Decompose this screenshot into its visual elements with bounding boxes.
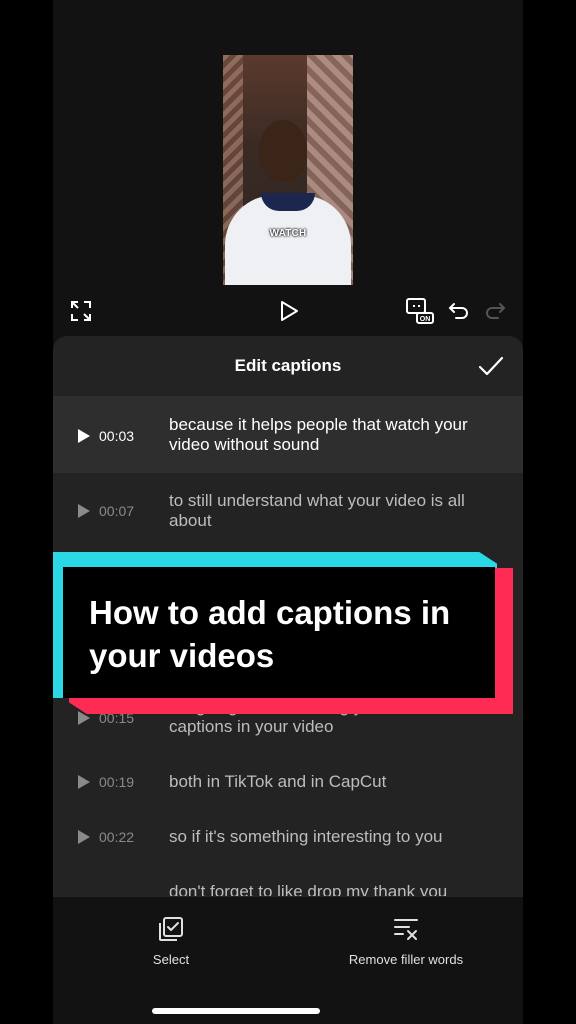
- caption-time: 00:22: [99, 829, 135, 845]
- play-button[interactable]: [275, 297, 303, 325]
- home-indicator[interactable]: [152, 1008, 320, 1014]
- select-button[interactable]: Select: [131, 915, 211, 967]
- preview-caption-text: WATCH: [269, 228, 307, 239]
- undo-icon: [448, 303, 468, 319]
- caption-row[interactable]: 00:07 to still understand what your vide…: [53, 473, 523, 549]
- play-icon[interactable]: [77, 503, 91, 519]
- remove-filler-icon: [394, 919, 418, 940]
- select-label: Select: [152, 952, 190, 967]
- caption-toggle-button[interactable]: ON: [405, 297, 435, 325]
- redo-icon: [486, 303, 506, 319]
- select-checkbox-icon: [159, 917, 183, 941]
- svg-text:ON: ON: [420, 316, 431, 323]
- fullscreen-icon: [71, 301, 91, 321]
- tutorial-title-banner: How to add captions in your videos: [53, 552, 513, 714]
- caption-row[interactable]: 00:19 both in TikTok and in CapCut: [53, 756, 523, 810]
- play-icon[interactable]: [77, 428, 91, 444]
- undo-button[interactable]: [447, 297, 471, 325]
- play-icon[interactable]: [77, 774, 91, 790]
- redo-button[interactable]: [483, 297, 507, 325]
- preview-person-head: [259, 120, 307, 182]
- caption-text[interactable]: both in TikTok and in CapCut: [169, 772, 499, 792]
- caption-on-icon: ON: [406, 298, 434, 324]
- play-icon: [281, 301, 298, 321]
- confirm-button[interactable]: [477, 352, 505, 380]
- caption-row[interactable]: 00:03 because it helps people that watch…: [53, 397, 523, 473]
- caption-time: 00:07: [99, 503, 135, 519]
- caption-time: 00:03: [99, 428, 135, 444]
- banner-title: How to add captions in your videos: [89, 594, 451, 674]
- fullscreen-button[interactable]: [69, 297, 93, 325]
- remove-filler-words-button[interactable]: Remove filler words: [335, 915, 477, 967]
- play-icon[interactable]: [77, 829, 91, 845]
- caption-time: 00:19: [99, 774, 135, 790]
- bottom-toolbar: Select Remove filler words: [53, 896, 523, 1024]
- remove-filler-label: Remove filler words: [348, 952, 464, 967]
- caption-text[interactable]: so if it's something interesting to you: [169, 827, 499, 847]
- checkmark-icon: [478, 356, 504, 376]
- caption-row[interactable]: 00:22 so if it's something interesting t…: [53, 811, 523, 865]
- caption-row[interactable]: don't forget to like drop my thank you: [53, 871, 523, 896]
- caption-text[interactable]: to still understand what your video is a…: [169, 491, 499, 531]
- caption-text[interactable]: because it helps people that watch your …: [169, 415, 499, 455]
- video-preview[interactable]: WATCH: [223, 55, 353, 285]
- panel-title: Edit captions: [234, 356, 342, 375]
- caption-text[interactable]: don't forget to like drop my thank you: [169, 882, 499, 896]
- capcut-editor: WATCH ON Edit captions 00:03 because it …: [53, 0, 523, 1024]
